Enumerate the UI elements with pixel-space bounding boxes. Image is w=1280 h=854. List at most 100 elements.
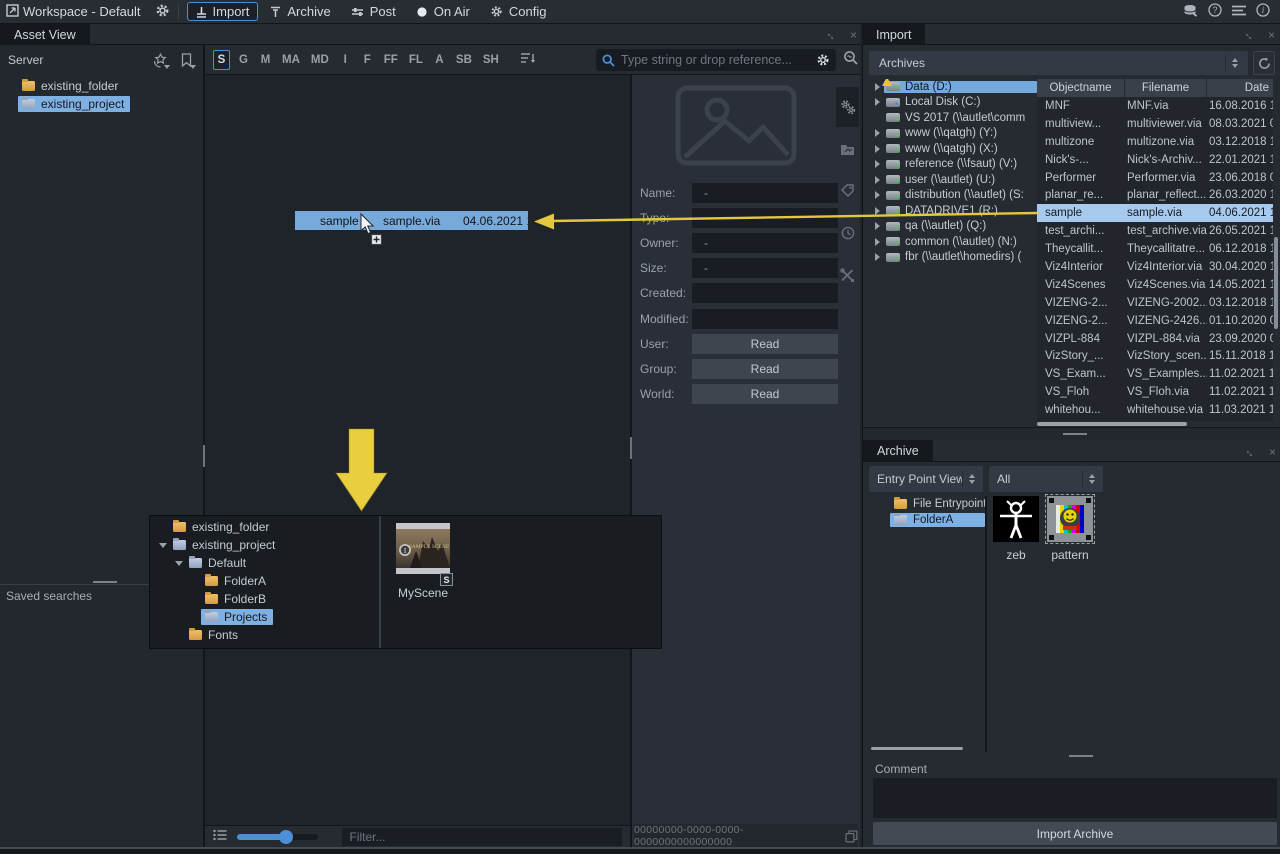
drive-item[interactable]: user (\\autlet) (U:) — [884, 174, 999, 186]
entry-tree-item[interactable]: FolderA — [890, 513, 985, 527]
archive-close-icon[interactable]: × — [1265, 444, 1280, 459]
comment-splitter-handle[interactable] — [1069, 755, 1093, 757]
tag-icon[interactable] — [836, 171, 859, 211]
drive-item[interactable]: www (\\qatgh) (Y:) — [884, 127, 1001, 139]
type-filter-m[interactable]: M — [257, 50, 274, 70]
database-icon[interactable] — [1183, 4, 1198, 20]
server-tree-item[interactable]: existing_folder — [18, 78, 124, 94]
archive-table-row[interactable]: MNFMNF.via16.08.2016 1 — [1037, 97, 1273, 115]
entry-tree-row-file-entrypoint[interactable]: File Entrypoint — [867, 496, 985, 512]
project-tree-item[interactable]: Fonts — [185, 627, 244, 643]
folder-view-icon[interactable] — [836, 129, 859, 169]
project-tree-row-foldera[interactable]: FolderA — [150, 572, 378, 590]
advanced-search-icon[interactable] — [843, 50, 859, 69]
drive-item[interactable]: Data (D:) — [884, 81, 1037, 93]
caret-right-icon[interactable] — [871, 98, 884, 106]
project-tree-item[interactable]: FolderB — [201, 591, 272, 607]
slider-thumb[interactable] — [279, 830, 293, 844]
archive-table-row[interactable]: Viz4InteriorViz4Interior.via30.04.2020 1 — [1037, 258, 1273, 276]
asset-view-expand-icon[interactable]: ↔ — [824, 27, 839, 42]
project-tree-row-fonts[interactable]: Fonts — [150, 626, 378, 644]
filter-input[interactable]: Filter... — [342, 828, 623, 846]
caret-right-icon[interactable] — [871, 222, 884, 230]
drive-row-data-d[interactable]: Data (D:) — [867, 79, 1037, 95]
archive-table-row[interactable]: Theycallit...Theycallitatre...06.12.2018… — [1037, 240, 1273, 258]
project-tree-item[interactable]: Projects — [201, 609, 273, 625]
menu-archive-button[interactable]: Archive — [262, 3, 338, 20]
drive-item[interactable]: qa (\\autlet) (Q:) — [884, 220, 990, 232]
drive-item[interactable]: DATADRIVE1 (R:) — [884, 205, 1002, 217]
type-filter-md[interactable]: MD — [308, 50, 332, 70]
menu-import-button[interactable]: Import — [187, 2, 259, 21]
comment-textarea[interactable] — [873, 778, 1277, 818]
thumbnail-pattern[interactable] — [1047, 496, 1093, 542]
drive-row-www-qatgh[interactable]: www (\\qatgh) (Y:) — [867, 126, 1037, 142]
drive-item[interactable]: reference (\\fsaut) (V:) — [884, 158, 1021, 170]
tools-icon[interactable] — [836, 255, 859, 295]
workspace-label[interactable]: Workspace - Default — [23, 4, 141, 19]
caret-right-icon[interactable] — [871, 191, 884, 199]
drive-row-common-au[interactable]: common (\\autlet) (N:) — [867, 234, 1037, 250]
caret-right-icon[interactable] — [871, 238, 884, 246]
list-menu-icon[interactable] — [1232, 5, 1246, 19]
archive-filter-dropdown[interactable]: All — [989, 466, 1103, 492]
import-archive-button[interactable]: Import Archive — [873, 822, 1277, 845]
history-clock-icon[interactable] — [836, 213, 859, 253]
archive-table-row[interactable]: multiview...multiviewer.via08.03.2021 0 — [1037, 115, 1273, 133]
archive-table-row[interactable]: samplesample.via04.06.2021 1 — [1037, 204, 1273, 222]
help-icon[interactable]: ? — [1208, 3, 1222, 20]
permission-group-button[interactable]: Read — [692, 359, 838, 379]
column-filename[interactable]: Filename — [1125, 79, 1207, 97]
drive-row-user-autl[interactable]: user (\\autlet) (U:) — [867, 172, 1037, 188]
project-tree-row-folderb[interactable]: FolderB — [150, 590, 378, 608]
archive-table-row[interactable]: planar_re...planar_reflect...26.03.2020 … — [1037, 186, 1273, 204]
archive-expand-icon[interactable]: ↔ — [1243, 444, 1258, 459]
archive-table-row[interactable]: VS_FlohVS_Floh.via11.02.2021 1 — [1037, 383, 1273, 401]
scene-thumbnail[interactable]: I SAMPLE SCENE S — [396, 523, 450, 580]
caret-down-icon[interactable] — [172, 561, 185, 566]
type-filter-i[interactable]: I — [337, 50, 354, 70]
refresh-button[interactable] — [1253, 51, 1275, 75]
search-settings-gear-icon[interactable] — [816, 53, 830, 67]
entry-tree-row-foldera[interactable]: FolderA — [867, 512, 985, 528]
caret-right-icon[interactable] — [871, 253, 884, 261]
server-tree-row-existing-folder[interactable]: existing_folder — [0, 77, 203, 95]
entry-tree-scrollbar[interactable] — [871, 746, 981, 751]
column-objectname[interactable]: Objectname — [1037, 79, 1125, 97]
drive-item[interactable]: distribution (\\autlet) (S: — [884, 189, 1028, 201]
entry-point-view-dropdown[interactable]: Entry Point View — [869, 466, 983, 492]
asset-view-close-icon[interactable]: × — [846, 27, 861, 42]
drive-item[interactable]: www (\\qatgh) (X:) — [884, 143, 1002, 155]
drive-row-distribution[interactable]: distribution (\\autlet) (S: — [867, 188, 1037, 204]
settings-gears-icon[interactable] — [836, 87, 859, 127]
list-view-icon[interactable] — [213, 829, 227, 844]
drive-item[interactable]: Local Disk (C:) — [884, 96, 984, 108]
archive-table-row[interactable]: VizStory_...VizStory_scen...15.11.2018 1 — [1037, 347, 1273, 365]
caret-right-icon[interactable] — [871, 160, 884, 168]
caret-right-icon[interactable] — [871, 145, 884, 153]
thumbnail-zeb[interactable] — [993, 496, 1039, 542]
bookmark-icon[interactable] — [177, 51, 195, 69]
archive-table-row[interactable]: PerformerPerformer.via23.06.2018 0 — [1037, 169, 1273, 187]
type-filter-sb[interactable]: SB — [453, 50, 475, 70]
project-tree-item[interactable]: FolderA — [201, 573, 272, 589]
saved-searches-divider-handle[interactable] — [93, 581, 117, 583]
archive-table-row[interactable]: VS_Exam...VS_Examples....11.02.2021 1 — [1037, 365, 1273, 383]
asset-content-area[interactable] — [205, 75, 630, 825]
menu-config-button[interactable]: Config — [482, 3, 555, 20]
type-filter-ff[interactable]: FF — [381, 50, 401, 70]
drive-item[interactable]: common (\\autlet) (N:) — [884, 236, 1021, 248]
spinner-arrows-icon[interactable] — [1232, 58, 1238, 68]
sort-order-icon[interactable] — [521, 52, 536, 67]
archive-table-row[interactable]: whitehou...whitehouse.via11.03.2021 1 — [1037, 401, 1273, 419]
import-expand-icon[interactable]: ↔ — [1242, 27, 1257, 42]
copy-icon[interactable] — [845, 830, 858, 843]
caret-right-icon[interactable] — [871, 176, 884, 184]
drive-row-www-qatgh[interactable]: www (\\qatgh) (X:) — [867, 141, 1037, 157]
type-filter-sh[interactable]: SH — [480, 50, 502, 70]
project-tree-item[interactable]: existing_project — [169, 537, 281, 553]
drive-row-datadrive1[interactable]: DATADRIVE1 (R:) — [867, 203, 1037, 219]
menu-post-button[interactable]: Post — [343, 3, 404, 20]
project-tree-row-default[interactable]: Default — [150, 554, 378, 572]
server-tree-row-existing-project[interactable]: existing_project — [0, 95, 203, 113]
